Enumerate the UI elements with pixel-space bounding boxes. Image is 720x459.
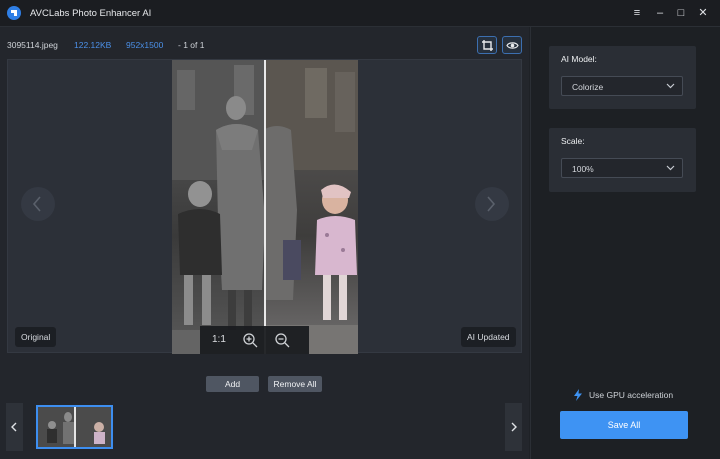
- zoom-toolbar: 1:1: [200, 326, 309, 354]
- crop-button[interactable]: [477, 36, 497, 54]
- gpu-acceleration-toggle[interactable]: Use GPU acceleration: [573, 389, 673, 403]
- save-all-button[interactable]: Save All: [560, 411, 688, 439]
- ai-model-select[interactable]: Colorize: [561, 76, 683, 96]
- scale-value: 100%: [572, 164, 594, 174]
- image-viewer[interactable]: Original AI Updated 1:1: [7, 59, 522, 354]
- thumbnail-next-button[interactable]: [505, 403, 522, 451]
- chevron-down-icon: [666, 83, 675, 89]
- file-dimensions: 952x1500: [126, 40, 164, 50]
- ai-updated-half: [263, 60, 358, 354]
- image-actions: Add Remove All: [0, 373, 529, 393]
- maximize-icon[interactable]: □: [674, 6, 688, 20]
- workspace: 3095114.jpeg 122.12KB 952x1500 - 1 of 1: [0, 27, 529, 459]
- chevron-left-icon: [32, 196, 41, 212]
- chevron-left-icon: [11, 422, 17, 432]
- app-title: AVCLabs Photo Enhancer AI: [30, 8, 152, 19]
- page-indicator: - 1 of 1: [178, 40, 205, 50]
- app-logo-icon: [7, 6, 21, 20]
- file-info-bar: 3095114.jpeg 122.12KB 952x1500 - 1 of 1: [0, 27, 529, 59]
- comparison-slider[interactable]: [264, 60, 266, 354]
- zoom-in-icon[interactable]: [242, 332, 258, 348]
- ai-model-card: AI Model: Colorize: [549, 46, 696, 109]
- lightning-icon: [574, 389, 582, 401]
- ai-updated-label: AI Updated: [461, 327, 516, 347]
- add-button[interactable]: Add: [206, 376, 259, 392]
- next-image-button[interactable]: [475, 187, 509, 221]
- title-bar: AVCLabs Photo Enhancer AI ≡ – □ ✕: [0, 0, 720, 27]
- original-label: Original: [15, 327, 57, 347]
- file-size: 122.12KB: [74, 40, 112, 50]
- menu-icon[interactable]: ≡: [630, 6, 644, 20]
- scale-card: Scale: 100%: [549, 128, 696, 192]
- zoom-out-icon[interactable]: [274, 332, 290, 348]
- image-thumbnail[interactable]: [36, 405, 113, 449]
- chevron-down-icon: [666, 165, 675, 171]
- chevron-right-icon: [487, 196, 496, 212]
- minimize-icon[interactable]: –: [653, 6, 667, 20]
- zoom-ratio-button[interactable]: 1:1: [212, 334, 226, 345]
- chevron-right-icon: [511, 422, 517, 432]
- eye-icon: [506, 42, 519, 49]
- crop-icon: [482, 40, 493, 51]
- previous-image-button[interactable]: [21, 187, 55, 221]
- scale-label: Scale:: [561, 136, 585, 146]
- ai-model-label: AI Model:: [561, 54, 597, 64]
- file-name: 3095114.jpeg: [7, 40, 58, 50]
- thumbnail-prev-button[interactable]: [6, 403, 23, 451]
- scale-select[interactable]: 100%: [561, 158, 683, 178]
- ai-model-value: Colorize: [572, 82, 604, 92]
- original-half: [172, 60, 265, 354]
- close-icon[interactable]: ✕: [696, 6, 710, 20]
- comparison-photo[interactable]: [172, 60, 358, 354]
- preview-toggle-button[interactable]: [502, 36, 522, 54]
- settings-panel: AI Model: Colorize Scale: 100% Use GPU a…: [530, 27, 720, 459]
- gpu-acceleration-label: Use GPU acceleration: [589, 390, 674, 400]
- remove-all-button[interactable]: Remove All: [268, 376, 322, 392]
